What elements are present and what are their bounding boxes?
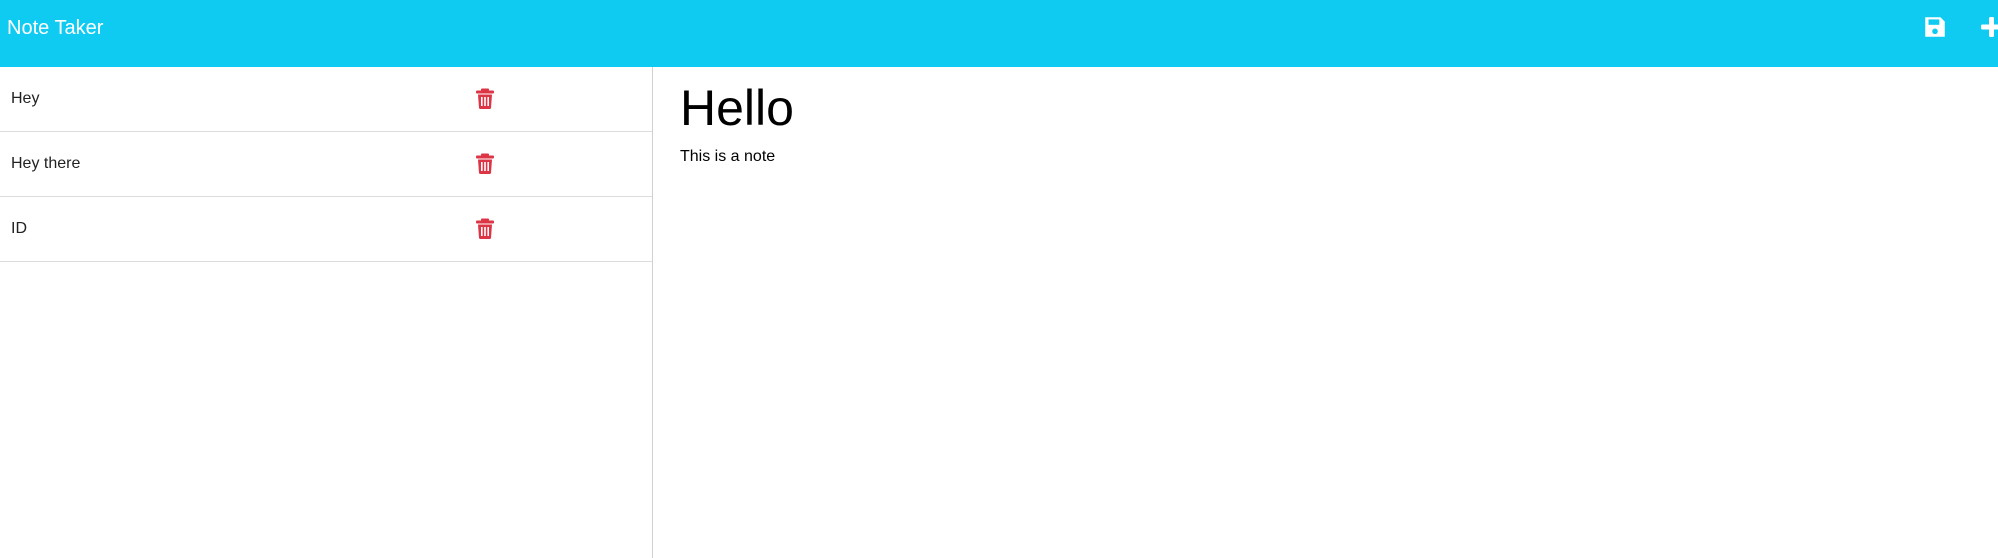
note-title: Hey — [11, 90, 40, 107]
list-item[interactable]: Hey — [0, 67, 652, 132]
note-title: Hey there — [11, 155, 81, 172]
list-item[interactable]: ID — [0, 197, 652, 262]
plus-icon[interactable] — [1981, 14, 1998, 40]
list-item[interactable]: Hey there — [0, 132, 652, 197]
note-text-area[interactable]: This is a note — [680, 146, 775, 168]
navbar: Note Taker — [0, 0, 1998, 67]
note-editor: Hello This is a note — [680, 67, 1970, 558]
note-title-input[interactable]: Hello — [680, 78, 794, 138]
note-list: Hey Hey there ID — [0, 67, 653, 558]
trash-icon[interactable] — [476, 88, 494, 109]
trash-icon[interactable] — [476, 153, 494, 174]
save-icon[interactable] — [1922, 14, 1948, 40]
trash-icon[interactable] — [476, 218, 494, 239]
note-title: ID — [11, 220, 27, 237]
app-title[interactable]: Note Taker — [7, 15, 103, 41]
